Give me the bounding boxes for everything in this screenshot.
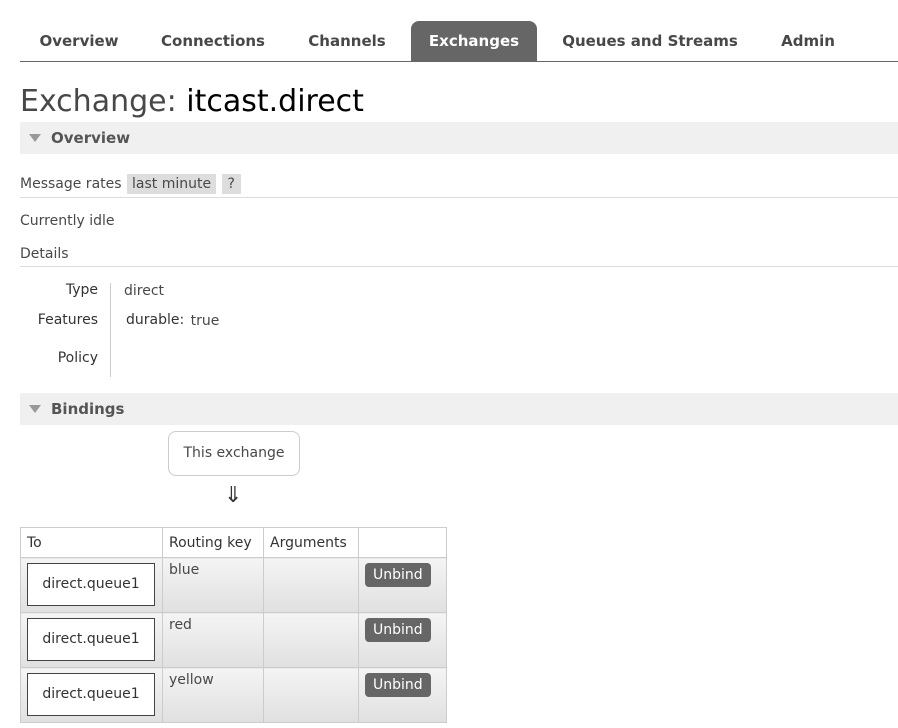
tab-queues-and-streams[interactable]: Queues and Streams [550, 21, 750, 61]
tab-channels[interactable]: Channels [290, 21, 404, 61]
bindings-section-toggle[interactable]: Bindings [20, 393, 898, 425]
divider [20, 266, 898, 267]
tab-admin[interactable]: Admin [772, 21, 844, 61]
arguments-cell [263, 612, 359, 668]
unbind-button[interactable]: Unbind [365, 563, 431, 587]
binding-destination-cell: direct.queue1 [20, 667, 163, 723]
table-row: direct.queue1 yellow Unbind [20, 667, 447, 723]
routing-key-cell: yellow [162, 667, 264, 723]
this-exchange-box: This exchange [168, 431, 300, 476]
column-header-routing-key: Routing key [162, 527, 264, 558]
unbind-button[interactable]: Unbind [365, 618, 431, 642]
binding-destination-cell: direct.queue1 [20, 557, 163, 613]
unbind-button[interactable]: Unbind [365, 673, 431, 697]
exchange-name: itcast.direct [186, 84, 364, 119]
status-text: Currently idle [20, 213, 115, 229]
arguments-cell [263, 557, 359, 613]
actions-cell: Unbind [358, 667, 447, 723]
routing-key-cell: blue [162, 557, 264, 613]
page-title-prefix: Exchange: [20, 84, 177, 119]
tab-overview[interactable]: Overview [20, 21, 138, 61]
tab-exchanges[interactable]: Exchanges [411, 21, 537, 61]
column-header-arguments: Arguments [263, 527, 359, 558]
down-arrow-icon: ⇓ [224, 483, 243, 508]
routing-key-value: red [169, 617, 192, 633]
collapse-triangle-icon [29, 405, 41, 413]
column-header-to: To [20, 527, 163, 558]
details-label: Details [20, 246, 69, 262]
tab-connections[interactable]: Connections [145, 21, 281, 61]
overview-section-toggle[interactable]: Overview [20, 122, 898, 154]
table-row: direct.queue1 red Unbind [20, 612, 447, 668]
destination-queue-link[interactable]: direct.queue1 [27, 673, 155, 716]
feature-value: true [190, 313, 220, 329]
actions-cell: Unbind [358, 557, 447, 613]
binding-destination-cell: direct.queue1 [20, 612, 163, 668]
help-button[interactable]: ? [221, 174, 241, 194]
facts-divider [110, 283, 111, 377]
collapse-triangle-icon [29, 134, 41, 142]
main-nav-tabs: Overview Connections Channels Exchanges … [20, 21, 898, 62]
actions-cell: Unbind [358, 612, 447, 668]
destination-queue-link[interactable]: direct.queue1 [27, 563, 155, 606]
bindings-table: To Routing key Arguments direct.queue1 b… [20, 527, 447, 723]
routing-key-value: blue [169, 562, 200, 578]
message-rates-row: Message rates last minute ? [20, 174, 241, 194]
policy-label: Policy [57, 350, 98, 366]
feature-key: durable: [126, 312, 185, 328]
bindings-section-title: Bindings [51, 400, 125, 418]
page-title: Exchange: itcast.direct [20, 84, 364, 119]
routing-key-cell: red [162, 612, 264, 668]
type-value: direct [124, 283, 165, 299]
column-header-actions [358, 527, 447, 558]
message-rates-label: Message rates [20, 176, 122, 192]
overview-section-title: Overview [51, 129, 131, 147]
features-value: durable: true [126, 312, 220, 329]
table-row: direct.queue1 blue Unbind [20, 557, 447, 613]
arguments-cell [263, 667, 359, 723]
features-label: Features [37, 312, 98, 328]
type-label: Type [65, 282, 98, 298]
divider [20, 197, 898, 198]
routing-key-value: yellow [169, 672, 214, 688]
message-rates-range-select[interactable]: last minute [127, 174, 217, 194]
table-header-row: To Routing key Arguments [20, 527, 447, 558]
destination-queue-link[interactable]: direct.queue1 [27, 618, 155, 661]
